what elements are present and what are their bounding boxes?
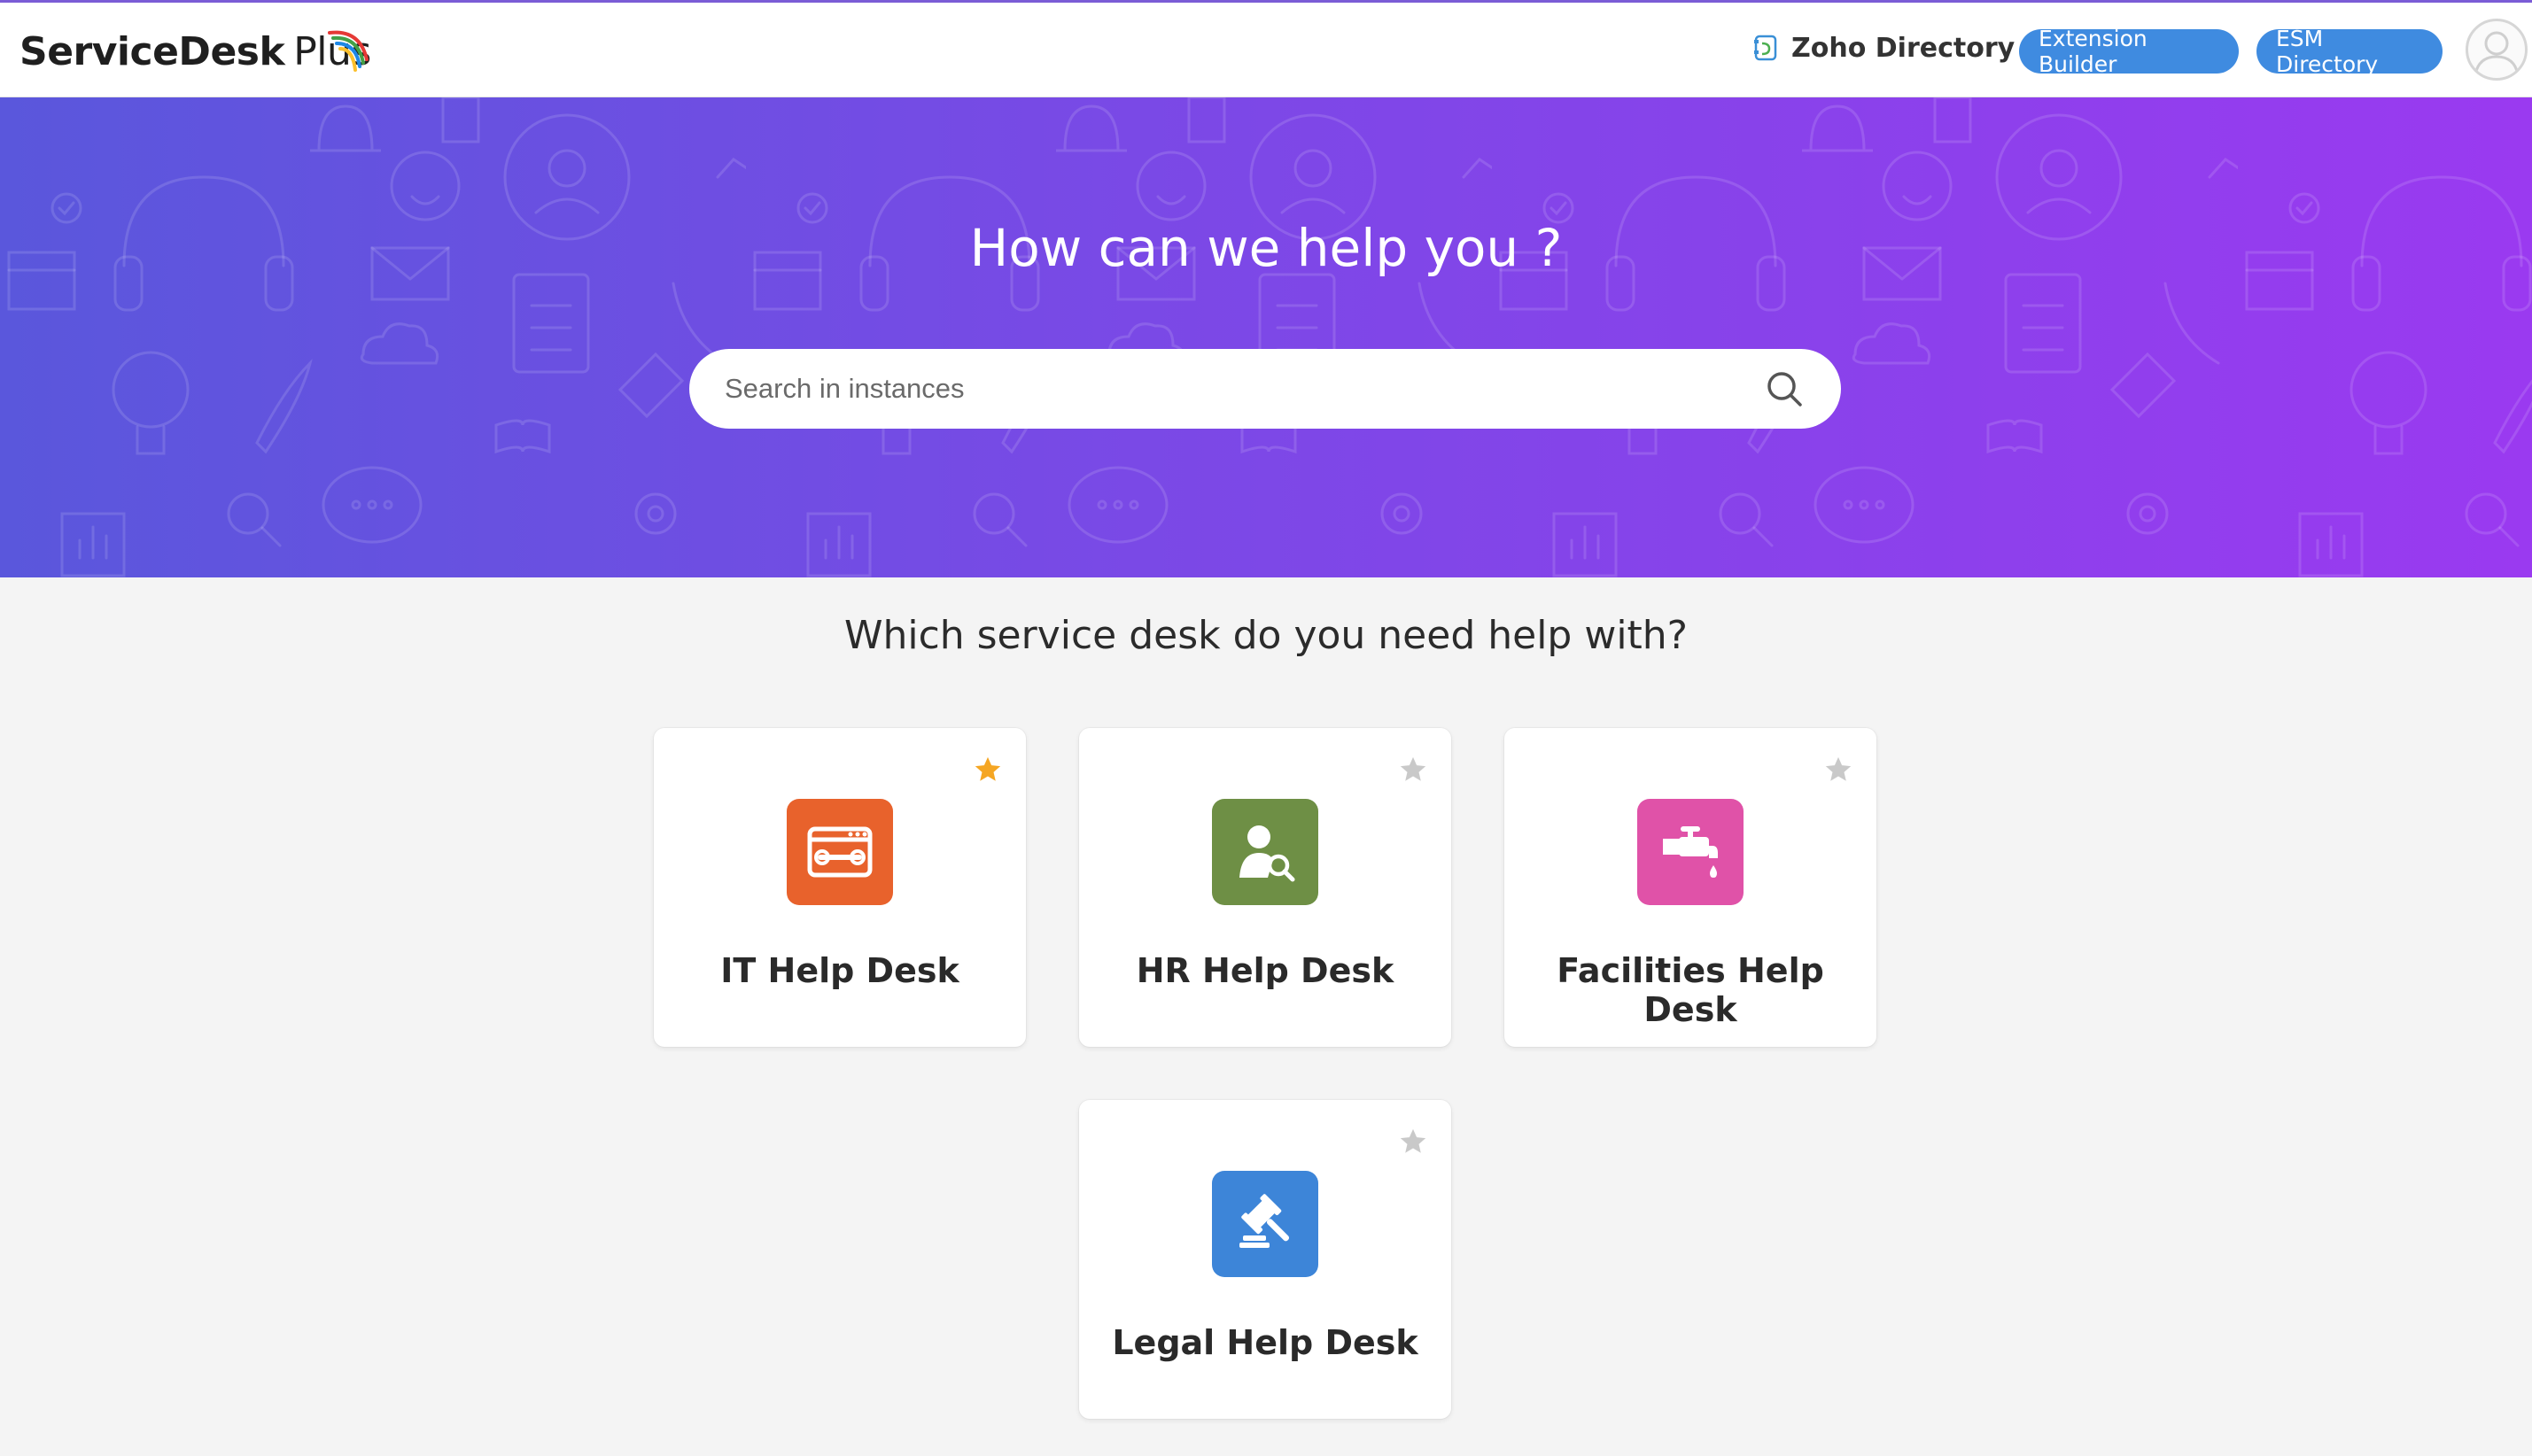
zoho-directory-icon [1754,35,1777,61]
desk-label: Legal Help Desk [1112,1323,1418,1362]
tools-icon [787,799,893,905]
extension-builder-button[interactable]: Extension Builder [2019,26,2239,77]
hero-background-pattern [0,97,2532,577]
brand-arc-icon [328,30,369,72]
top-bar: ServiceDesk Plus Zoho Directory Extension… [0,0,2532,97]
hero-banner: How can we help you ? [0,97,2532,577]
brand-logo[interactable]: ServiceDesk Plus [19,20,371,82]
search-icon[interactable] [1763,368,1806,410]
desk-card-it[interactable]: IT Help Desk [654,728,1026,1047]
desk-label: IT Help Desk [720,951,959,990]
desk-label: Facilities Help Desk [1557,951,1824,1029]
user-avatar[interactable] [2466,19,2528,81]
brand-name-bold: ServiceDesk [19,28,285,74]
hero-title: How can we help you ? [969,218,1563,278]
search-input[interactable] [725,373,1763,405]
service-desk-question: Which service desk do you need help with… [843,613,1689,658]
desk-card-facilities[interactable]: Facilities Help Desk [1504,728,1876,1047]
gavel-icon [1212,1171,1318,1277]
favorite-star-icon[interactable] [1398,1127,1428,1157]
favorite-star-icon[interactable] [1823,755,1853,785]
desk-label: HR Help Desk [1136,951,1394,990]
zoho-directory-label: Zoho Directory [1791,32,2016,64]
esm-directory-button[interactable]: ESM Directory [2256,26,2443,77]
person-search-icon [1212,799,1318,905]
faucet-icon [1637,799,1744,905]
zoho-directory-link[interactable]: Zoho Directory [1752,27,2015,68]
user-avatar-icon [2474,31,2520,75]
favorite-star-icon[interactable] [1398,755,1428,785]
desk-card-legal[interactable]: Legal Help Desk [1079,1100,1451,1419]
desk-card-hr[interactable]: HR Help Desk [1079,728,1451,1047]
favorite-star-icon[interactable] [973,755,1003,785]
search-bar[interactable] [689,349,1841,429]
